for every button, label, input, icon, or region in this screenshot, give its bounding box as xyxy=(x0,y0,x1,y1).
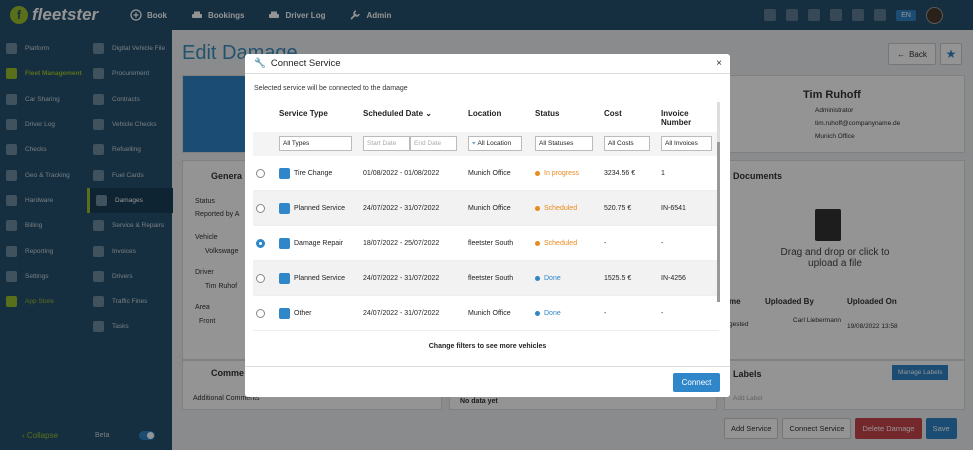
status-cell: In progress xyxy=(535,156,579,191)
status-text: Done xyxy=(544,310,561,317)
date-cell: 24/07/2022 - 31/07/2022 xyxy=(363,310,440,317)
invoice-cell: IN-6541 xyxy=(661,205,686,212)
cost-cell: - xyxy=(604,310,607,317)
select-radio[interactable] xyxy=(256,204,265,213)
status-filter[interactable]: All Statuses xyxy=(535,136,593,151)
tire-icon xyxy=(279,168,290,179)
location-filter[interactable]: ⌖ All Location xyxy=(468,136,522,151)
invoice-cell: 1 xyxy=(661,170,665,177)
service-type: Damage Repair xyxy=(294,240,344,247)
service-type-cell: Tire Change xyxy=(279,156,332,191)
select-radio[interactable] xyxy=(256,239,265,248)
date-cell: 01/08/2022 - 01/08/2022 xyxy=(363,170,440,177)
status-text: Scheduled xyxy=(544,205,578,212)
status-cell: Scheduled xyxy=(535,226,577,261)
connect-service-modal: 🔧 Connect Service × Selected service will… xyxy=(245,54,730,397)
modal-title: Connect Service xyxy=(270,58,341,69)
table-row[interactable]: Planned Service 24/07/2022 - 31/07/2022 fl… xyxy=(253,261,719,296)
car-service-icon xyxy=(279,203,290,214)
service-type-cell: Planned Service xyxy=(279,261,345,296)
status-dot-icon xyxy=(535,276,540,281)
location-cell: fleetster South xyxy=(468,275,514,282)
radio-cell xyxy=(256,156,265,191)
cost-filter[interactable]: All Costs xyxy=(604,136,650,151)
pin-icon: ⌖ xyxy=(472,139,476,147)
wrench-icon: 🔧 xyxy=(254,58,266,69)
connect-button[interactable]: Connect xyxy=(673,373,720,392)
scrollbar-thumb[interactable] xyxy=(717,142,720,302)
status-cell: Done xyxy=(535,261,561,296)
chevron-down-icon: ⌄ xyxy=(425,109,432,118)
location-cell: Munich Office xyxy=(468,205,511,212)
cost-cell: - xyxy=(604,240,607,247)
select-radio[interactable] xyxy=(256,274,265,283)
service-type: Planned Service xyxy=(294,275,345,282)
status-dot-icon xyxy=(535,206,540,211)
invoice-filter[interactable]: All Invoices xyxy=(661,136,712,151)
table-row[interactable]: Other 24/07/2022 - 31/07/2022 Munich Offic… xyxy=(253,296,719,331)
end-date-filter[interactable]: End Date xyxy=(410,136,457,151)
table-row[interactable]: Tire Change 01/08/2022 - 01/08/2022 Munich… xyxy=(253,156,719,191)
radio-cell xyxy=(256,261,265,296)
table-scrollbar[interactable] xyxy=(717,102,720,302)
select-radio[interactable] xyxy=(256,169,265,178)
service-type: Planned Service xyxy=(294,205,345,212)
services-table: Service Type Scheduled Date ⌄ Location S… xyxy=(253,102,719,331)
clipboard-check-icon xyxy=(279,308,290,319)
location-cell: Munich Office xyxy=(468,170,511,177)
car-service-icon xyxy=(279,273,290,284)
status-text: Scheduled xyxy=(544,240,578,247)
status-text: Done xyxy=(544,275,561,282)
date-cell: 24/07/2022 - 31/07/2022 xyxy=(363,275,440,282)
cost-cell: 1525.5 € xyxy=(604,275,632,282)
status-dot-icon xyxy=(535,311,540,316)
start-date-filter[interactable]: Start Date xyxy=(363,136,410,151)
date-cell: 18/07/2022 - 25/07/2022 xyxy=(363,240,440,247)
type-filter[interactable]: All Types xyxy=(279,136,352,151)
close-icon[interactable]: × xyxy=(716,58,722,69)
modal-footer: Connect xyxy=(245,366,730,397)
cost-cell: 520.75 € xyxy=(604,205,632,212)
radio-cell xyxy=(256,296,265,331)
service-type-cell: Other xyxy=(279,296,312,331)
status-dot-icon xyxy=(535,171,540,176)
modal-subtitle: Selected service will be connected to th… xyxy=(254,85,408,92)
service-type-cell: Planned Service xyxy=(279,191,345,226)
service-type: Tire Change xyxy=(294,170,333,177)
modal-header: 🔧 Connect Service xyxy=(245,54,730,74)
more-results-hint: Change filters to see more vehicles xyxy=(428,343,547,350)
date-cell: 24/07/2022 - 31/07/2022 xyxy=(363,205,440,212)
service-type: Other xyxy=(294,310,312,317)
sort-scheduled-date[interactable]: Scheduled Date ⌄ xyxy=(363,109,432,118)
invoice-cell: IN-4256 xyxy=(661,275,686,282)
status-dot-icon xyxy=(535,241,540,246)
invoice-cell: - xyxy=(661,240,664,247)
table-row[interactable]: Planned Service 24/07/2022 - 31/07/2022 Mu… xyxy=(253,191,719,226)
status-cell: Done xyxy=(535,296,561,331)
car-crash-icon xyxy=(279,238,290,249)
location-cell: fleetster South xyxy=(468,240,514,247)
radio-cell xyxy=(256,191,265,226)
cost-cell: 3234.56 € xyxy=(604,170,636,177)
table-row[interactable]: Damage Repair 18/07/2022 - 25/07/2022 flee… xyxy=(253,226,719,261)
status-text: In progress xyxy=(544,170,580,177)
service-type-cell: Damage Repair xyxy=(279,226,343,261)
status-cell: Scheduled xyxy=(535,191,577,226)
filter-row: All Types Start Date End Date ⌖ All Loca… xyxy=(253,132,719,156)
table-header: Service Type Scheduled Date ⌄ Location S… xyxy=(279,109,692,127)
radio-cell xyxy=(256,226,265,261)
select-radio[interactable] xyxy=(256,309,265,318)
invoice-cell: - xyxy=(661,310,664,317)
location-cell: Munich Office xyxy=(468,310,511,317)
